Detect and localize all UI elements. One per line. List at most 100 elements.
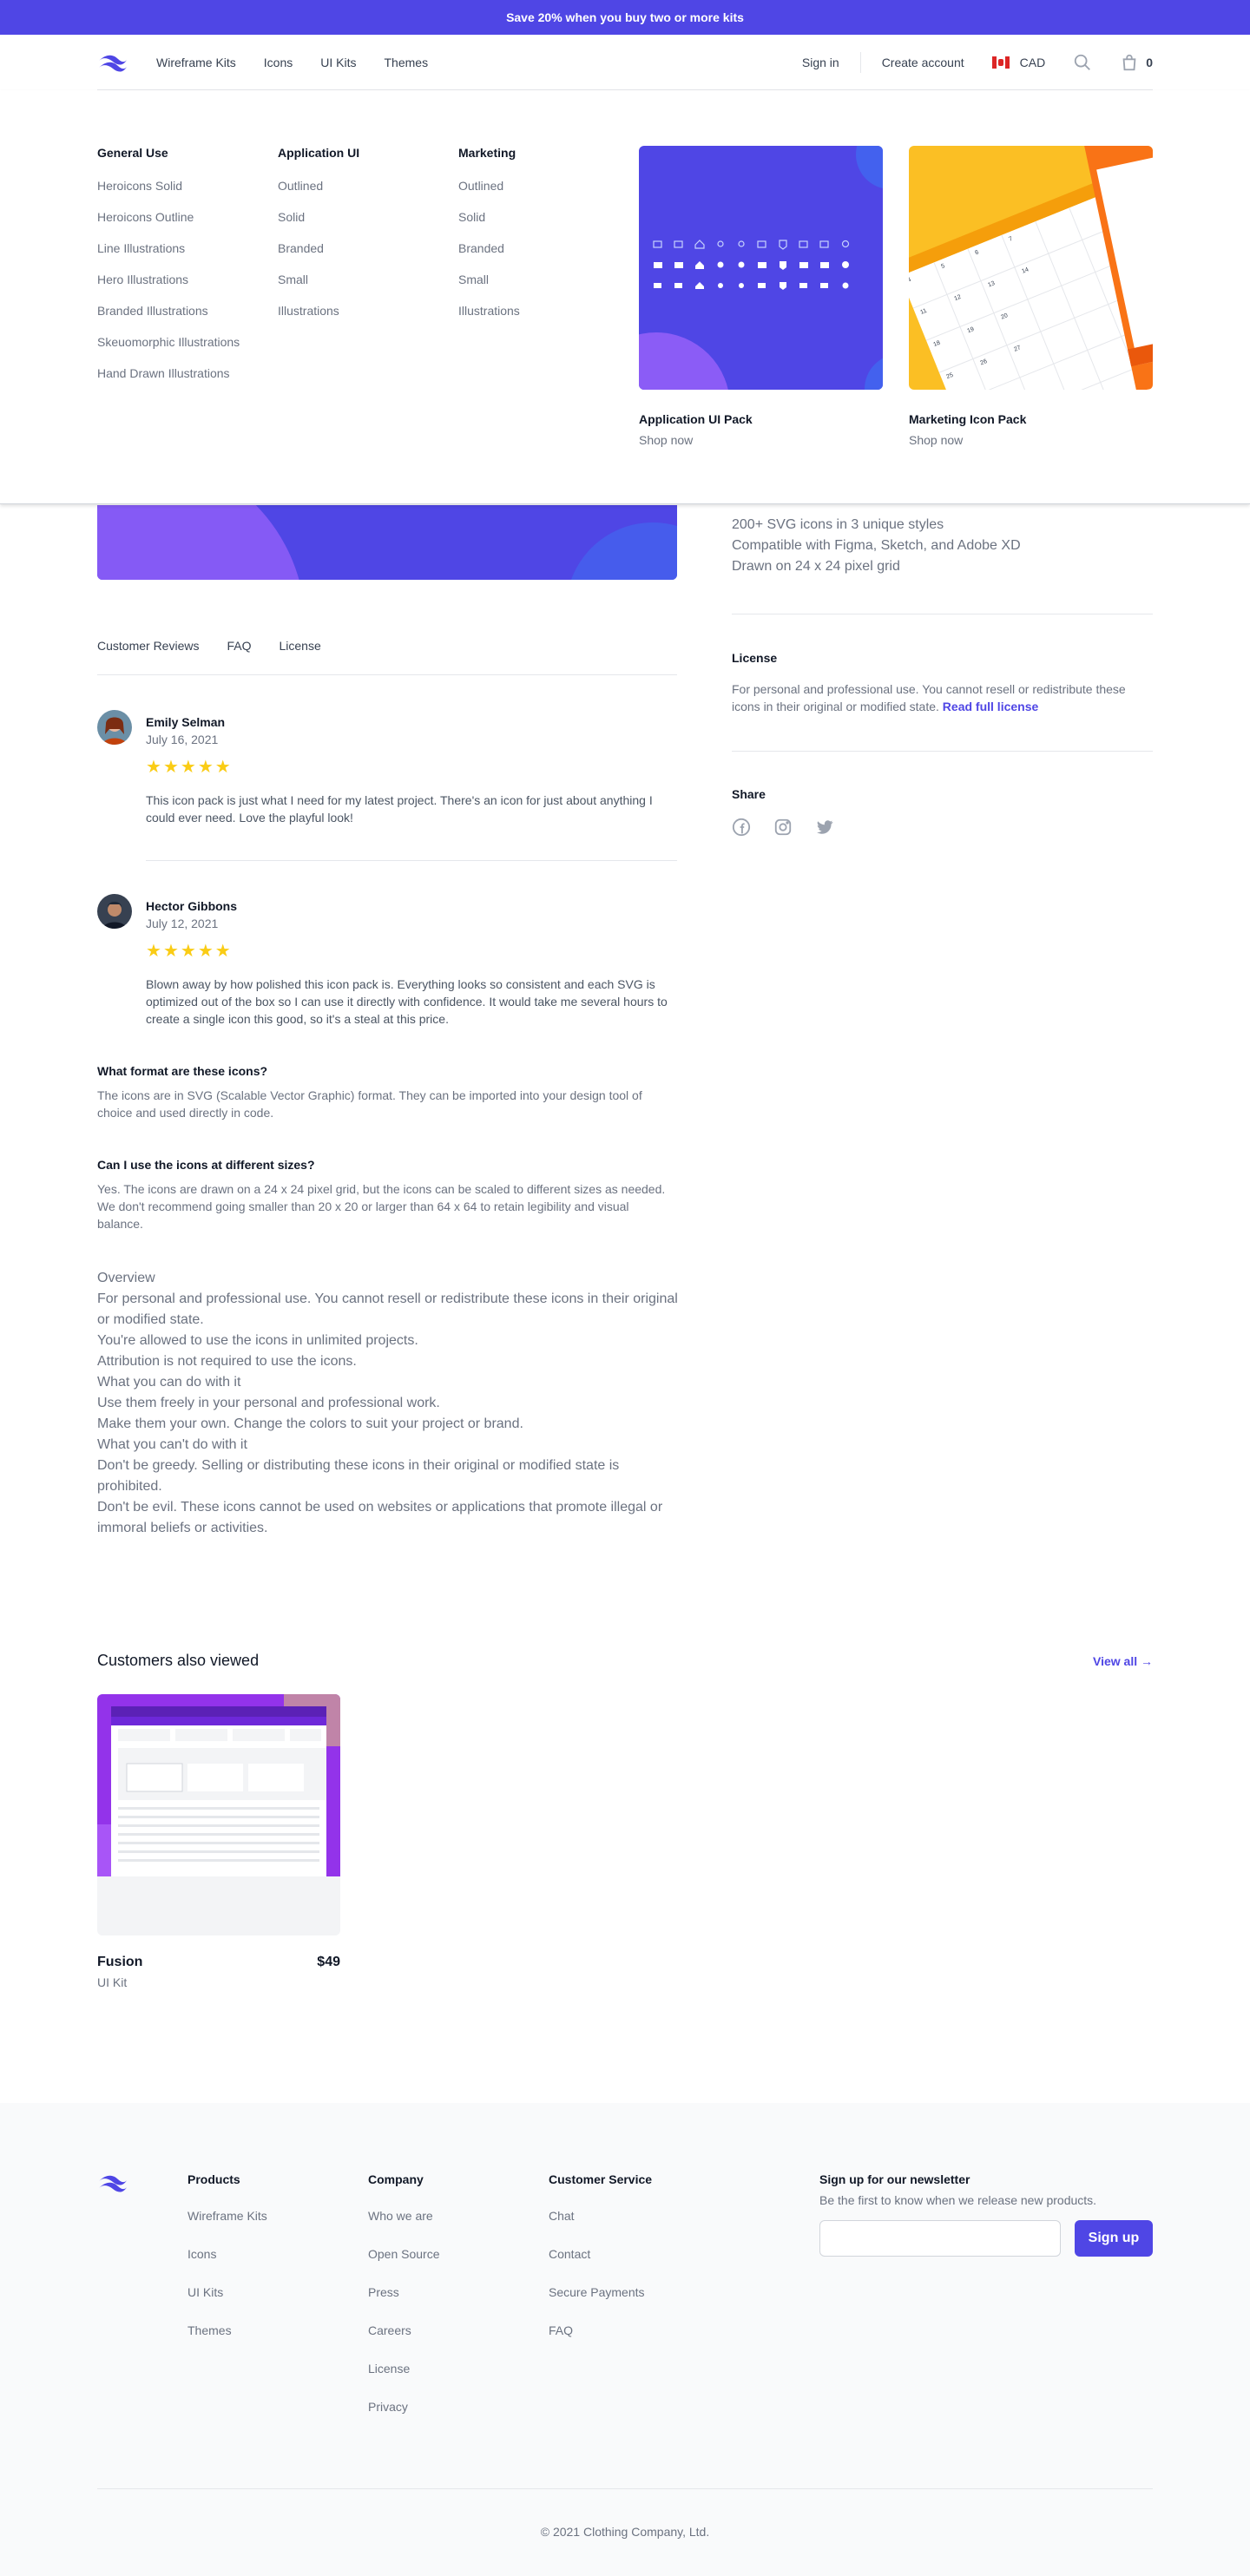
- license-text: For personal and professional use. You c…: [732, 682, 1126, 713]
- license-overview-subheading: What you can do with it: [97, 1375, 241, 1390]
- mega-menu-link[interactable]: Skeuomorphic Illustrations: [97, 335, 240, 366]
- license-heading: License: [732, 651, 778, 665]
- product-hero-image: [97, 505, 677, 580]
- featured-application-ui-pack[interactable]: Application UI Pack Shop now: [639, 146, 883, 447]
- logo-icon[interactable]: [97, 52, 128, 73]
- footer-link[interactable]: Careers: [368, 2323, 440, 2362]
- star-icon: ★: [162, 758, 179, 777]
- mega-menu-column-application-ui: Application UI Outlined Solid Branded Sm…: [278, 146, 359, 335]
- footer-link[interactable]: FAQ: [549, 2323, 652, 2362]
- currency-label: CAD: [1019, 55, 1046, 69]
- read-full-license-link[interactable]: Read full license: [943, 700, 1038, 713]
- mega-menu-heading: General Use: [97, 146, 168, 160]
- product-name: Fusion: [97, 1955, 143, 1969]
- mega-menu-heading: Application UI: [278, 146, 360, 160]
- nav-link-themes[interactable]: Themes: [385, 56, 429, 69]
- footer-link[interactable]: Privacy: [368, 2400, 440, 2438]
- license-overview-text: You're allowed to use the icons in unlim…: [97, 1333, 418, 1348]
- mega-menu-heading: Marketing: [458, 146, 516, 160]
- product-price: $49: [317, 1955, 340, 1969]
- license-overview-text: Make them your own. Change the colors to…: [97, 1416, 523, 1431]
- footer-link[interactable]: Themes: [188, 2323, 267, 2362]
- mega-menu-link[interactable]: Branded Illustrations: [97, 304, 240, 335]
- mega-menu-link[interactable]: Small: [278, 273, 359, 304]
- cart-button[interactable]: 0: [1120, 53, 1153, 72]
- avatar: [97, 894, 132, 929]
- star-icon: ★: [162, 942, 179, 961]
- mega-menu-link[interactable]: Hero Illustrations: [97, 273, 240, 304]
- mega-menu-link[interactable]: Branded: [458, 241, 520, 273]
- footer-column-company: Company Who we are Open Source Press Car…: [368, 2172, 440, 2438]
- footer: Products Wireframe Kits Icons UI Kits Th…: [0, 2103, 1250, 2576]
- mega-menu-link[interactable]: Small: [458, 273, 520, 304]
- footer-column-products: Products Wireframe Kits Icons UI Kits Th…: [188, 2172, 267, 2362]
- tab-customer-reviews[interactable]: Customer Reviews: [97, 639, 199, 674]
- copyright: © 2021 Clothing Company, Ltd.: [540, 2525, 710, 2539]
- currency-selector[interactable]: CAD: [991, 55, 1046, 69]
- star-icon: ★: [180, 758, 196, 777]
- canada-flag-icon: [991, 56, 1010, 69]
- mega-menu-flyout: General Use Heroicons Solid Heroicons Ou…: [0, 90, 1250, 504]
- star-icon: ★: [214, 758, 231, 777]
- nav-link-icons[interactable]: Icons: [264, 56, 293, 69]
- license-overview-text: For personal and professional use. You c…: [97, 1291, 678, 1327]
- promo-text: Save 20% when you buy two or more kits: [506, 10, 744, 24]
- mega-menu-link[interactable]: Illustrations: [458, 304, 520, 335]
- newsletter-signup-button[interactable]: Sign up: [1075, 2220, 1153, 2257]
- mega-menu-link[interactable]: Illustrations: [278, 304, 359, 335]
- mega-menu-column-marketing: Marketing Outlined Solid Branded Small I…: [458, 146, 520, 335]
- featured-marketing-icon-pack[interactable]: 4 5 6 7 11 12 13 14 18 19 20 25 26 27 Marketing Icon …: [909, 146, 1153, 447]
- tab-faq[interactable]: FAQ: [227, 639, 251, 674]
- faq-answer: The icons are in SVG (Scalable Vector Gr…: [97, 1088, 642, 1120]
- nav-link-ui-kits[interactable]: UI Kits: [320, 56, 356, 69]
- footer-link[interactable]: Contact: [549, 2247, 652, 2285]
- footer-link[interactable]: Secure Payments: [549, 2285, 652, 2323]
- highlight-item: Compatible with Figma, Sketch, and Adobe…: [732, 538, 1021, 553]
- facebook-icon[interactable]: [732, 818, 753, 838]
- footer-link[interactable]: Wireframe Kits: [188, 2209, 267, 2247]
- search-icon[interactable]: [1073, 53, 1092, 72]
- mega-menu-link[interactable]: Solid: [458, 210, 520, 241]
- footer-link[interactable]: License: [368, 2362, 440, 2400]
- mega-menu-link[interactable]: Solid: [278, 210, 359, 241]
- newsletter-text: Be the first to know when we release new…: [819, 2193, 1097, 2207]
- create-account-link[interactable]: Create account: [882, 56, 964, 69]
- feature-shop-now-link[interactable]: Shop now: [909, 433, 1153, 447]
- instagram-icon[interactable]: [773, 818, 794, 838]
- share-heading: Share: [732, 787, 766, 801]
- nav-link-wireframe-kits[interactable]: Wireframe Kits: [156, 56, 236, 69]
- highlight-item: 200+ SVG icons in 3 unique styles: [732, 517, 944, 532]
- mega-menu-link[interactable]: Outlined: [458, 179, 520, 210]
- footer-link[interactable]: Who we are: [368, 2209, 440, 2247]
- feature-title: Marketing Icon Pack: [909, 412, 1027, 426]
- feature-shop-now-link[interactable]: Shop now: [639, 433, 883, 447]
- footer-link[interactable]: Open Source: [368, 2247, 440, 2285]
- license-overview-heading: Overview: [97, 1271, 155, 1285]
- twitter-icon[interactable]: [815, 818, 836, 838]
- mega-menu-link[interactable]: Heroicons Outline: [97, 210, 240, 241]
- footer-link[interactable]: Chat: [549, 2209, 652, 2247]
- newsletter-email-input[interactable]: [819, 2220, 1061, 2257]
- product-card[interactable]: Fusion $49 UI Kit: [97, 1694, 340, 1989]
- footer-link[interactable]: Icons: [188, 2247, 267, 2285]
- license-overview-text: Use them freely in your personal and pro…: [97, 1396, 440, 1410]
- footer-divider: [97, 2488, 1153, 2489]
- mega-menu-link[interactable]: Heroicons Solid: [97, 179, 240, 210]
- top-navbar: Wireframe Kits Icons UI Kits Themes Sign…: [0, 35, 1250, 90]
- shopping-bag-icon: [1120, 53, 1139, 72]
- mega-menu-link[interactable]: Outlined: [278, 179, 359, 210]
- license-overview-text: Don't be greedy. Selling or distributing…: [97, 1458, 620, 1494]
- view-all-link[interactable]: View all →: [1093, 1654, 1153, 1668]
- footer-link[interactable]: Press: [368, 2285, 440, 2323]
- mega-menu-link[interactable]: Line Illustrations: [97, 241, 240, 273]
- footer-logo-icon[interactable]: [97, 2172, 128, 2193]
- mega-menu-column-general-use: General Use Heroicons Solid Heroicons Ou…: [97, 146, 240, 398]
- faq-answer: Yes. The icons are drawn on a 24 x 24 pi…: [97, 1182, 666, 1231]
- mega-menu-link[interactable]: Branded: [278, 241, 359, 273]
- tab-license[interactable]: License: [280, 639, 321, 674]
- star-rating: ★ ★ ★ ★ ★: [146, 759, 233, 776]
- review-divider: [146, 860, 677, 861]
- mega-menu-link[interactable]: Hand Drawn Illustrations: [97, 366, 240, 398]
- sign-in-link[interactable]: Sign in: [802, 56, 839, 69]
- footer-link[interactable]: UI Kits: [188, 2285, 267, 2323]
